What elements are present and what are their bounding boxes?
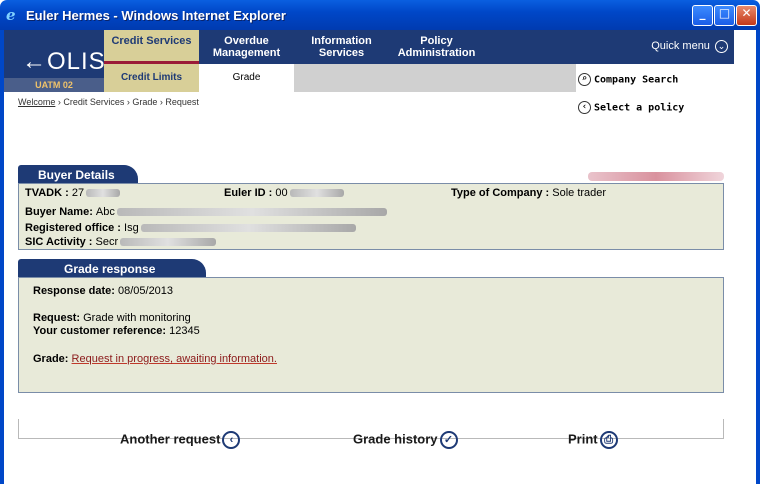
ie-icon: e bbox=[6, 6, 16, 24]
quick-menu[interactable]: Quick menu ⌄ bbox=[651, 40, 728, 53]
company-type-value: Sole trader bbox=[552, 187, 607, 199]
customer-reference-label: Your customer reference: bbox=[33, 325, 167, 337]
chevron-down-icon: ⌄ bbox=[715, 40, 728, 53]
grade-status-link[interactable]: Request in progress, awaiting informatio… bbox=[72, 353, 277, 365]
request-value: Grade with monitoring bbox=[83, 312, 191, 324]
subnav-grade[interactable]: Grade bbox=[199, 64, 294, 92]
window-title: Euler Hermes - Windows Internet Explorer bbox=[26, 8, 286, 23]
customer-reference-value: 12345 bbox=[169, 325, 200, 337]
another-request-label: Another request bbox=[120, 431, 221, 447]
euler-id-value: 00 bbox=[275, 187, 288, 199]
grade-response-tab: Grade response bbox=[18, 259, 206, 279]
request-field: Request: Grade with monitoring bbox=[33, 312, 191, 324]
logo-box: ←OLIS UATM 02 bbox=[4, 30, 106, 92]
breadcrumb-welcome[interactable]: Welcome bbox=[18, 97, 55, 107]
response-date-field: Response date: 08/05/2013 bbox=[33, 285, 173, 297]
grade-history-button[interactable]: Grade history ✓ bbox=[353, 431, 458, 449]
grade-history-label: Grade history bbox=[353, 431, 438, 447]
redacted-text bbox=[140, 224, 356, 233]
maximize-button[interactable]: □ bbox=[714, 5, 735, 26]
redacted-text bbox=[289, 189, 344, 198]
checkmark-icon: ✓ bbox=[439, 431, 458, 449]
eolis-logo: ←OLIS bbox=[22, 48, 106, 75]
redacted-text bbox=[86, 189, 121, 198]
company-type-field: Type of Company : Sole trader bbox=[451, 187, 606, 199]
company-search-link[interactable]: ⌕ Company Search bbox=[578, 73, 678, 86]
buyer-name-label: Buyer Name: bbox=[25, 206, 93, 218]
buyer-details-panel: TVADK : 27 Euler ID : 00 Type of Company… bbox=[18, 183, 724, 250]
registered-office-label: Registered office : bbox=[25, 222, 121, 234]
company-search-label: Company Search bbox=[594, 74, 679, 86]
top-nav: Credit Services Overdue Management Infor… bbox=[4, 30, 734, 64]
tvadk-label: TVADK : bbox=[25, 187, 69, 199]
nav-credit-services[interactable]: Credit Services bbox=[104, 30, 199, 64]
close-button[interactable]: ✕ bbox=[736, 5, 757, 26]
search-icon: ⌕ bbox=[578, 73, 591, 86]
grade-field: Grade: Request in progress, awaiting inf… bbox=[33, 353, 277, 365]
window-frame-left bbox=[0, 30, 4, 484]
subnav-filler bbox=[294, 64, 576, 92]
breadcrumb: Welcome › Credit Services › Grade › Requ… bbox=[18, 97, 199, 107]
tvadk-value: 27 bbox=[71, 187, 85, 199]
sic-activity-label: SIC Activity : bbox=[25, 236, 93, 248]
redacted-header-value bbox=[588, 172, 724, 181]
euler-id-field: Euler ID : 00 bbox=[224, 187, 344, 199]
environment-badge: UATM 02 bbox=[4, 78, 104, 92]
quick-menu-label: Quick menu bbox=[651, 40, 710, 52]
footer-divider bbox=[18, 419, 19, 439]
redacted-text bbox=[116, 208, 387, 217]
nav-information-services[interactable]: Information Services bbox=[294, 30, 389, 64]
euler-id-label: Euler ID : bbox=[224, 187, 273, 199]
window-titlebar: e Euler Hermes - Windows Internet Explor… bbox=[0, 0, 760, 30]
chevron-left-icon: ‹ bbox=[578, 101, 591, 114]
buyer-name-value: Abc bbox=[95, 206, 115, 218]
company-type-label: Type of Company : bbox=[451, 187, 550, 199]
request-label: Request: bbox=[33, 312, 81, 324]
footer-divider bbox=[723, 419, 724, 439]
nav-policy-administration[interactable]: Policy Administration bbox=[389, 30, 484, 64]
response-date-value: 08/05/2013 bbox=[117, 285, 174, 297]
buyer-name-field: Buyer Name: Abc bbox=[25, 206, 387, 218]
registered-office-field: Registered office : Isg bbox=[25, 222, 356, 234]
print-label: Print bbox=[568, 431, 598, 447]
customer-reference-field: Your customer reference: 12345 bbox=[33, 325, 200, 337]
window-frame-right bbox=[756, 30, 760, 484]
response-date-label: Response date: bbox=[33, 285, 115, 297]
another-request-button[interactable]: Another request ‹ bbox=[120, 431, 241, 449]
grade-label: Grade: bbox=[33, 353, 69, 365]
nav-overdue-management[interactable]: Overdue Management bbox=[199, 30, 294, 64]
redacted-text bbox=[120, 238, 217, 247]
tvadk-field: TVADK : 27 bbox=[25, 187, 121, 199]
minimize-button[interactable]: _ bbox=[692, 5, 713, 26]
chevron-left-icon: ‹ bbox=[222, 431, 241, 449]
sic-activity-field: SIC Activity : Secr bbox=[25, 236, 217, 248]
select-policy-label: Select a policy bbox=[594, 102, 685, 114]
grade-response-panel: Response date: 08/05/2013 Request: Grade… bbox=[18, 277, 724, 393]
sic-activity-value: Secr bbox=[95, 236, 119, 248]
printer-icon: ⎙ bbox=[599, 431, 618, 449]
buyer-details-tab: Buyer Details bbox=[18, 165, 138, 185]
print-button[interactable]: Print ⎙ bbox=[568, 431, 618, 449]
subnav-credit-limits[interactable]: Credit Limits bbox=[104, 64, 199, 92]
breadcrumb-trail: › Credit Services › Grade › Request bbox=[55, 97, 199, 107]
select-policy-link[interactable]: ‹ Select a policy bbox=[578, 101, 684, 114]
registered-office-value: Isg bbox=[124, 222, 139, 234]
